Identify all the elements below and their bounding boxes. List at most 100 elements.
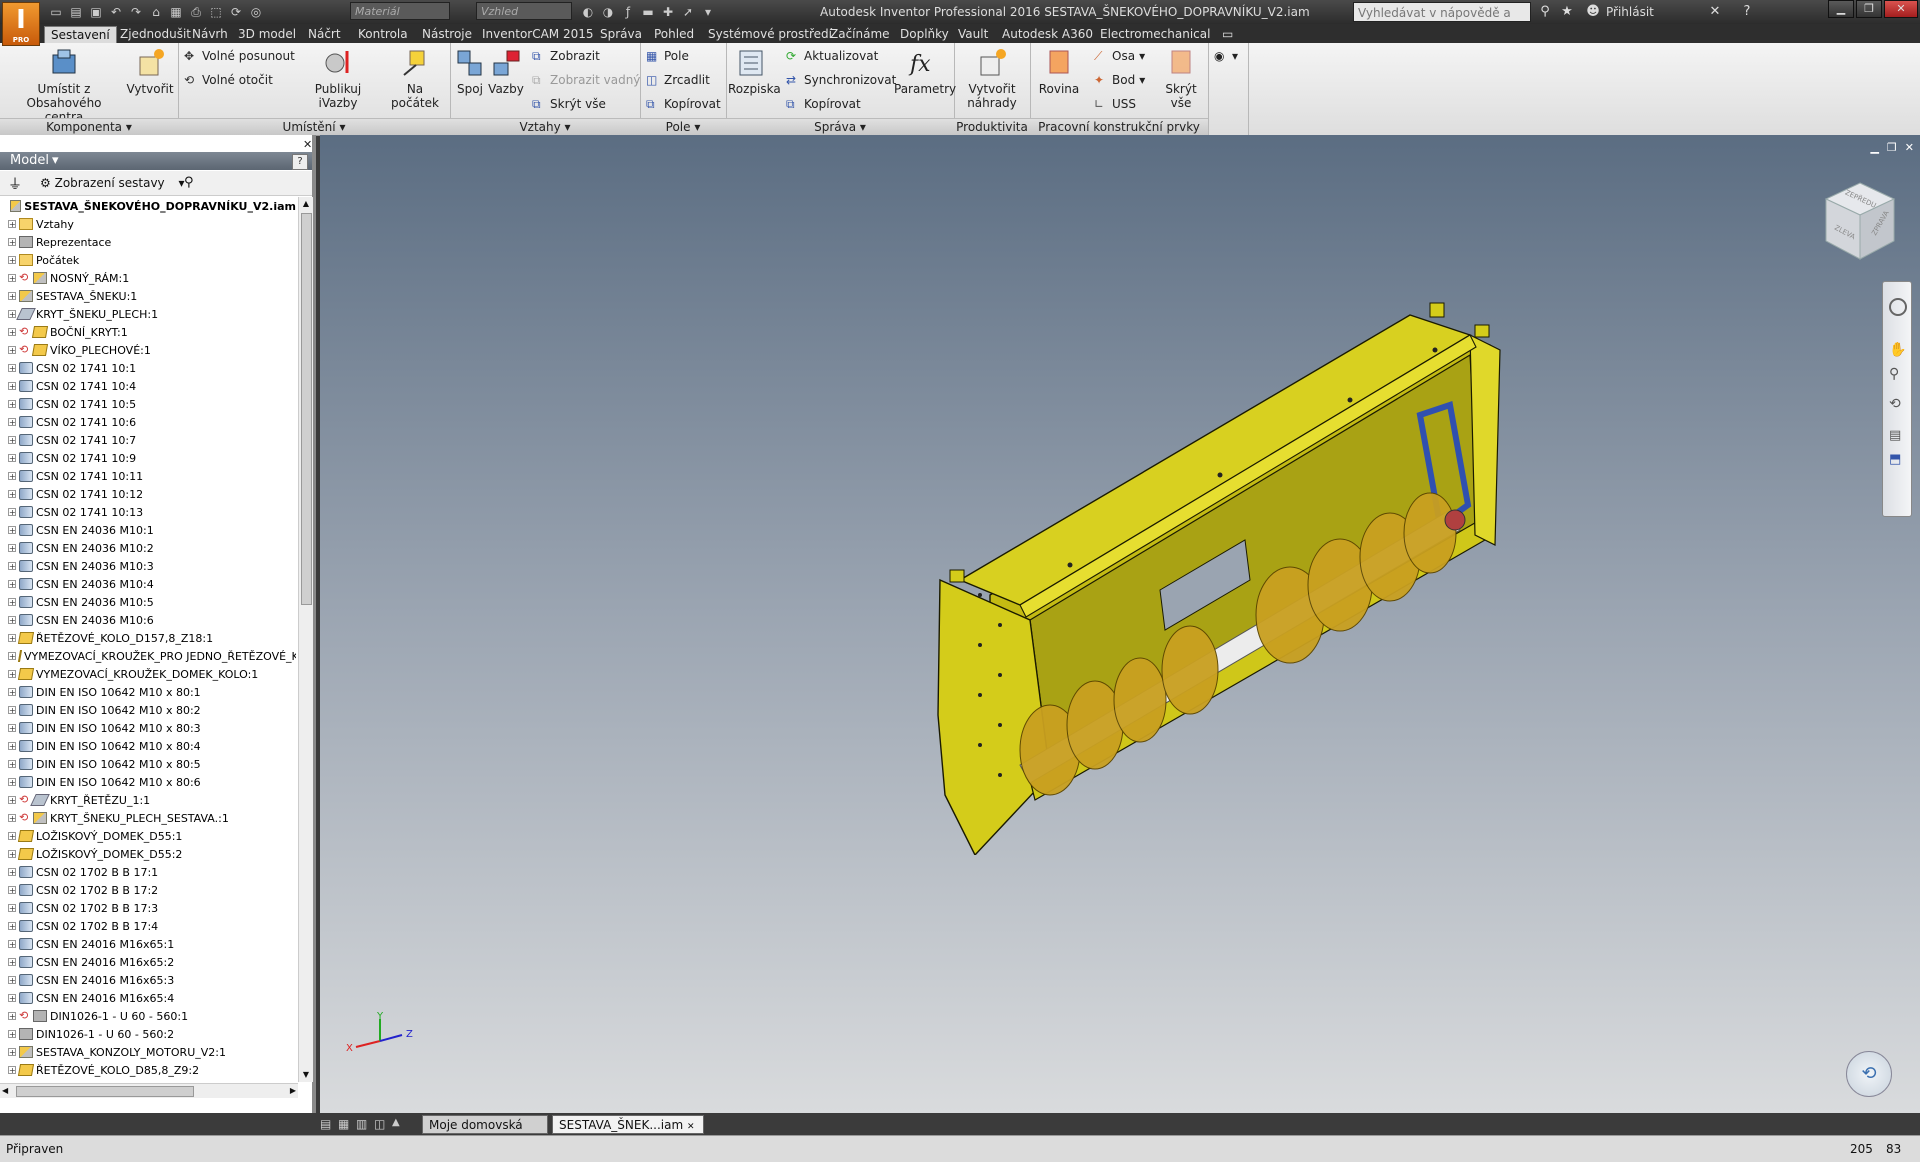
tab-7[interactable]: Nástroje bbox=[416, 26, 478, 43]
new-icon[interactable]: ▭ bbox=[48, 4, 64, 20]
parameters-button[interactable]: fx Parametry bbox=[894, 47, 956, 96]
tab-6[interactable]: Kontrola bbox=[352, 26, 414, 43]
expand-icon[interactable]: + bbox=[8, 670, 16, 679]
tree-item[interactable]: + CSN EN 24016 M16x65:1 bbox=[0, 935, 296, 953]
expand-icon[interactable]: + bbox=[8, 346, 16, 355]
expand-icon[interactable]: + bbox=[8, 562, 16, 571]
panel-title-komponenta[interactable]: Komponenta ▾ bbox=[0, 118, 178, 135]
tree-item[interactable]: + KRYT_ŠNEKU_PLECH:1 bbox=[0, 305, 296, 323]
tab-15[interactable]: Autodesk A360 bbox=[996, 26, 1099, 43]
tree-item[interactable]: + CSN 02 1741 10:13 bbox=[0, 503, 296, 521]
tree-item[interactable]: + CSN 02 1741 10:6 bbox=[0, 413, 296, 431]
tree-item[interactable]: + CSN EN 24016 M16x65:2 bbox=[0, 953, 296, 971]
expand-icon[interactable]: + bbox=[8, 328, 16, 337]
tab-11[interactable]: Systémové prostředí bbox=[702, 26, 838, 43]
ucs-button[interactable]: ∟ USS bbox=[1094, 94, 1136, 114]
expand-icon[interactable]: + bbox=[8, 364, 16, 373]
orbit-icon[interactable]: ⟲ bbox=[1889, 396, 1901, 412]
tree-item[interactable]: + DIN EN ISO 10642 M10 x 80:4 bbox=[0, 737, 296, 755]
exchange-icon[interactable]: ✕ bbox=[1706, 3, 1724, 21]
tree-item[interactable]: + CSN EN 24016 M16x65:4 bbox=[0, 989, 296, 1007]
tree-item[interactable]: + SESTAVA_ŠNEKU:1 bbox=[0, 287, 296, 305]
expand-icon[interactable]: + bbox=[8, 940, 16, 949]
graphics-viewport[interactable]: ▁ ❐ ✕ ZEPŘEDU ZLEVA ZPRAVA ✋ ⚲ ⟲ ▤ ⬒ X Y… bbox=[320, 135, 1920, 1113]
cascade-icon[interactable]: ◫ bbox=[374, 1117, 385, 1131]
create-substitutes-button[interactable]: Vytvořit náhrady bbox=[960, 47, 1024, 110]
panel-title-vztahy[interactable]: Vztahy ▾ bbox=[450, 118, 640, 135]
open-icon[interactable]: ▤ bbox=[68, 4, 84, 20]
copy-button[interactable]: ⧉ Kopírovat bbox=[646, 94, 721, 114]
expand-icon[interactable]: + bbox=[8, 706, 16, 715]
expand-icon[interactable]: + bbox=[8, 490, 16, 499]
help-search-input[interactable]: Vyhledávat v nápovědě a příkaze bbox=[1353, 2, 1531, 40]
show-relationships-button[interactable]: ⧉ Zobrazit bbox=[532, 46, 600, 66]
expand-icon[interactable]: + bbox=[8, 922, 16, 931]
hscroll-thumb[interactable] bbox=[16, 1086, 194, 1097]
bom-button[interactable]: Rozpiska bbox=[728, 47, 781, 96]
application-menu-button[interactable]: I PRO bbox=[2, 2, 40, 46]
hide-all-relationships-button[interactable]: ⧉ Skrýt vše bbox=[532, 94, 606, 114]
binoculars-icon[interactable]: ⚲ bbox=[1536, 3, 1554, 21]
panel-title-sprava[interactable]: Správa ▾ bbox=[726, 118, 954, 135]
expand-icon[interactable]: + bbox=[8, 688, 16, 697]
doc-list-icon[interactable]: ▲ bbox=[392, 1117, 400, 1128]
tree-root[interactable]: SESTAVA_ŠNEKOVÉHO_DOPRAVNÍKU_V2.iam bbox=[0, 197, 296, 215]
update-button[interactable]: ⟳ Aktualizovat bbox=[786, 46, 878, 66]
scroll-up-icon[interactable]: ▲ bbox=[299, 197, 313, 211]
restore-button[interactable]: ❐ bbox=[1856, 0, 1882, 18]
tree-item[interactable]: + CSN EN 24036 M10:6 bbox=[0, 611, 296, 629]
expand-icon[interactable]: + bbox=[8, 778, 16, 787]
tree-item[interactable]: + CSN EN 24016 M16x65:3 bbox=[0, 971, 296, 989]
expand-icon[interactable]: + bbox=[8, 418, 16, 427]
expand-icon[interactable]: + bbox=[8, 868, 16, 877]
tab-3[interactable]: Návrh bbox=[186, 26, 234, 43]
home-icon[interactable]: ⌂ bbox=[148, 4, 164, 20]
expand-icon[interactable]: + bbox=[8, 634, 16, 643]
free-rotate-button[interactable]: ⟲ Volné otočit bbox=[184, 70, 273, 90]
expand-icon[interactable]: + bbox=[8, 832, 16, 841]
copy-design-button[interactable]: ⧉ Kopírovat bbox=[786, 94, 861, 114]
tree-item[interactable]: + CSN EN 24036 M10:1 bbox=[0, 521, 296, 539]
browser-header[interactable]: Model ▾ ? bbox=[0, 152, 312, 170]
tree-item[interactable]: + DIN EN ISO 10642 M10 x 80:3 bbox=[0, 719, 296, 737]
tab-13[interactable]: Doplňky bbox=[894, 26, 955, 43]
mirror-button[interactable]: ◫ Zrcadlit bbox=[646, 70, 710, 90]
tab-home[interactable]: Moje domovská str... bbox=[422, 1115, 548, 1150]
tab-14[interactable]: Vault bbox=[952, 26, 994, 43]
tree-item[interactable]: + CSN 02 1741 10:4 bbox=[0, 377, 296, 395]
tree-item[interactable]: + ŘETĚZOVÉ_KOLO_D85,8_Z9:2 bbox=[0, 1061, 296, 1079]
expand-icon[interactable]: + bbox=[8, 652, 16, 661]
ribbon-options-button[interactable]: ◉ ▾ bbox=[1214, 46, 1238, 66]
tab-1[interactable]: Sestavení bbox=[44, 26, 117, 43]
tree-item[interactable]: + CSN 02 1702 B B 17:4 bbox=[0, 917, 296, 935]
expand-icon[interactable]: + bbox=[8, 976, 16, 985]
tab-5[interactable]: Náčrt bbox=[302, 26, 347, 43]
tree-item[interactable]: + DIN EN ISO 10642 M10 x 80:2 bbox=[0, 701, 296, 719]
expand-icon[interactable]: + bbox=[8, 310, 16, 319]
tab-4[interactable]: 3D model bbox=[232, 26, 302, 43]
browser-help-icon[interactable]: ? bbox=[292, 154, 308, 170]
tree-item[interactable]: + DIN EN ISO 10642 M10 x 80:5 bbox=[0, 755, 296, 773]
tile-v-icon[interactable]: ▥ bbox=[356, 1117, 367, 1131]
minimize-button[interactable]: ▁ bbox=[1828, 0, 1854, 18]
tree-item[interactable]: + VYMEZOVACÍ_KROUŽEK_PRO JEDNO_ŘETĚZOVÉ_K… bbox=[0, 647, 296, 665]
tree-item[interactable]: + CSN 02 1702 B B 17:2 bbox=[0, 881, 296, 899]
print-icon[interactable]: ⎙ bbox=[188, 4, 204, 20]
expand-icon[interactable]: + bbox=[8, 598, 16, 607]
expand-icon[interactable]: + bbox=[8, 274, 16, 283]
view-face-icon[interactable]: ⬒ bbox=[1889, 452, 1901, 467]
browser-close-icon[interactable]: ✕ bbox=[303, 138, 312, 151]
expand-icon[interactable]: + bbox=[8, 292, 16, 301]
expand-icon[interactable]: + bbox=[8, 994, 16, 1003]
tree-item[interactable]: + LOŽISKOVÝ_DOMEK_D55:2 bbox=[0, 845, 296, 863]
close-button[interactable]: ✕ bbox=[1884, 0, 1918, 18]
project-icon[interactable]: ▦ bbox=[168, 4, 184, 20]
close-icon[interactable]: ✕ bbox=[687, 1122, 695, 1132]
tree-item[interactable]: + DIN EN ISO 10642 M10 x 80:1 bbox=[0, 683, 296, 701]
view-selector[interactable]: ⚙ Zobrazení sestavy ▾ bbox=[40, 176, 185, 190]
tree-item[interactable]: + ⟲ NOSNÝ_RÁM:1 bbox=[0, 269, 296, 287]
expand-icon[interactable]: + bbox=[8, 382, 16, 391]
tab-12[interactable]: Začínáme bbox=[824, 26, 896, 43]
tab-16[interactable]: Electromechanical bbox=[1094, 26, 1216, 43]
tree-item[interactable]: + ŘETĚZOVÉ_KOLO_D157,8_Z18:1 bbox=[0, 629, 296, 647]
